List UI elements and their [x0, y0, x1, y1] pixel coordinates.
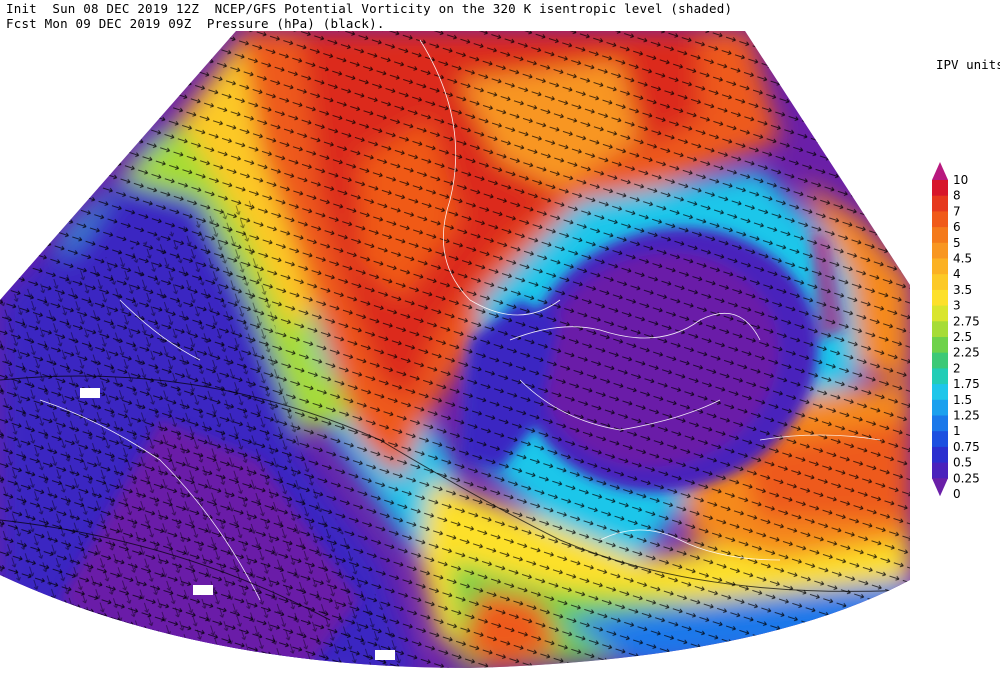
colorbar-swatch	[932, 274, 948, 291]
colorbar-tick-label: 0.5	[953, 456, 972, 470]
colorbar-tick-label: 0.25	[953, 471, 980, 485]
colorbar-swatch	[932, 195, 948, 212]
colorbar-swatch	[932, 180, 948, 197]
colorbar-tick-label: 1.5	[953, 393, 972, 407]
colorbar-tick-label: 4.5	[953, 252, 972, 266]
colorbar-tick-label: 1.75	[953, 377, 980, 391]
colorbar-swatch	[932, 399, 948, 416]
colorbar-swatch	[932, 352, 948, 369]
colorbar-swatch	[932, 321, 948, 338]
colorbar-tick-label: 7	[953, 204, 961, 218]
colorbar-top-arrow	[932, 162, 948, 180]
colorbar-tick-label: 2.25	[953, 346, 980, 360]
colorbar-swatch	[932, 462, 948, 479]
colorbar-swatch	[932, 431, 948, 448]
colorbar-tick-label: 3.5	[953, 283, 972, 297]
pressure-label-box	[193, 585, 213, 595]
colorbar-swatch	[932, 337, 948, 354]
colorbar-tick-label: 3	[953, 299, 961, 313]
pressure-label-box	[80, 388, 100, 398]
colorbar-swatch	[932, 415, 948, 432]
colorbar-swatch	[932, 258, 948, 275]
colorbar-swatch	[932, 305, 948, 322]
units-label: IPV units	[936, 57, 1000, 72]
colorbar-swatch	[932, 446, 948, 464]
colorbar-tick-label: 0.75	[953, 440, 980, 454]
colorbar-tick-label: 2	[953, 361, 961, 375]
colorbar-swatch	[932, 227, 948, 244]
colorbar-tick-label: 5	[953, 236, 961, 250]
pv-map	[0, 31, 910, 668]
colorbar-bottom-arrow	[932, 478, 948, 497]
colorbar-tick-label: 6	[953, 220, 961, 234]
colorbar-tick-label: 4	[953, 267, 961, 281]
colorbar-tick-label: 2.75	[953, 314, 980, 328]
colorbar-tick-label: 1	[953, 424, 961, 438]
colorbar: 10 87 6 5 4.54 3.5 32.75 2.5 2.252 1.75 1.5 1.251 0.…	[932, 162, 980, 501]
colorbar-tick-label: 8	[953, 189, 961, 203]
pressure-label-box	[375, 650, 395, 660]
colorbar-swatch	[932, 289, 948, 307]
colorbar-swatch	[932, 211, 948, 228]
colorbar-tick-label: 2.5	[953, 330, 972, 344]
pv-field	[0, 31, 910, 668]
colorbar-swatch	[932, 368, 948, 385]
colorbar-tick-label: 1.25	[953, 409, 980, 423]
colorbar-tick-label: 10	[953, 173, 968, 187]
colorbar-swatch	[932, 242, 948, 259]
colorbar-swatch	[932, 384, 948, 401]
colorbar-tick-label: 0	[953, 487, 961, 501]
